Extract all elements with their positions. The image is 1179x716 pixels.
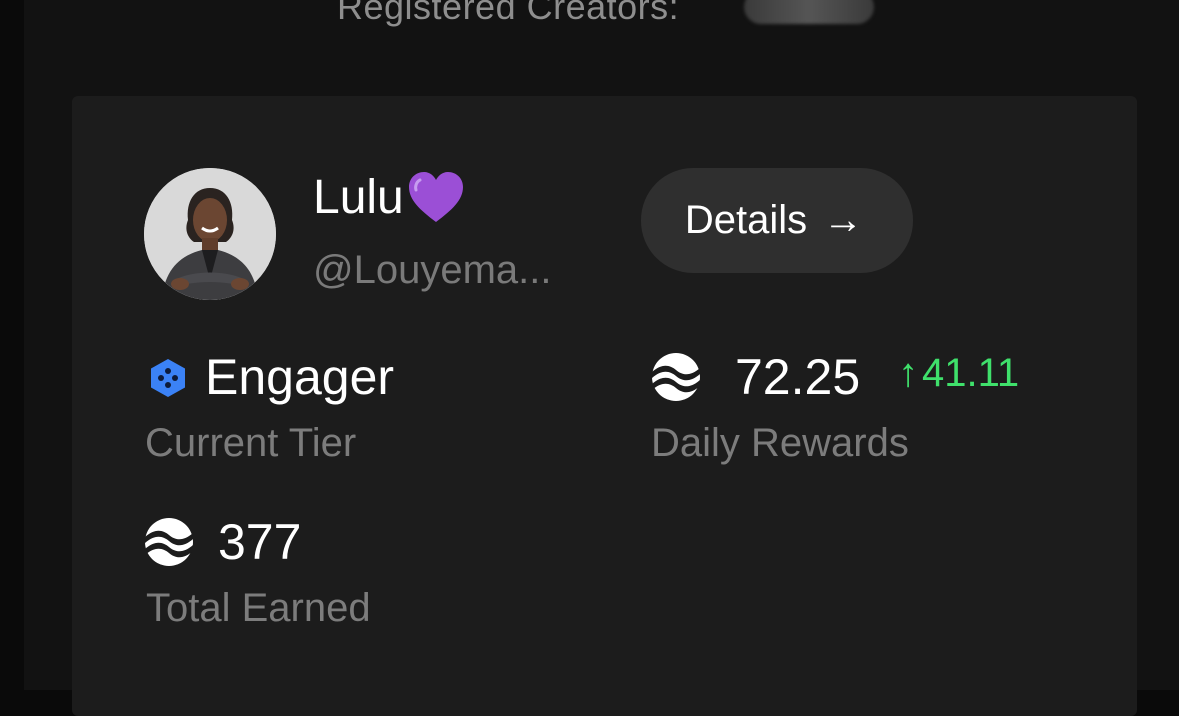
- avatar-photo: [144, 168, 276, 300]
- user-handle: @Louyema...: [313, 248, 552, 292]
- daily-rewards-change: ↑ 41.11: [898, 353, 1019, 393]
- redacted-count: [744, 0, 874, 24]
- tier-value: Engager: [205, 349, 395, 405]
- hexagon-tier-icon: [151, 359, 185, 397]
- arrow-right-icon: →: [823, 198, 864, 242]
- details-button[interactable]: Details →: [641, 168, 913, 273]
- total-earned-value: 377: [218, 514, 302, 570]
- wave-token-icon: [652, 353, 700, 401]
- details-button-label: Details: [684, 198, 808, 242]
- daily-rewards-change-value: 41.11: [922, 351, 1020, 395]
- total-earned-label: Total Earned: [146, 586, 371, 630]
- arrow-up-icon: ↑: [898, 351, 918, 395]
- purple-heart-icon: [408, 172, 463, 222]
- wave-token-icon: [145, 518, 193, 566]
- tier-label: Current Tier: [145, 421, 357, 465]
- registered-creators-label: Registered Creators:: [337, 0, 680, 27]
- display-name-text: Lulu: [313, 171, 404, 224]
- daily-rewards-label: Daily Rewards: [651, 421, 909, 465]
- avatar[interactable]: [144, 168, 276, 300]
- daily-rewards-value: 72.25: [735, 349, 861, 405]
- display-name: Lulu: [313, 170, 466, 226]
